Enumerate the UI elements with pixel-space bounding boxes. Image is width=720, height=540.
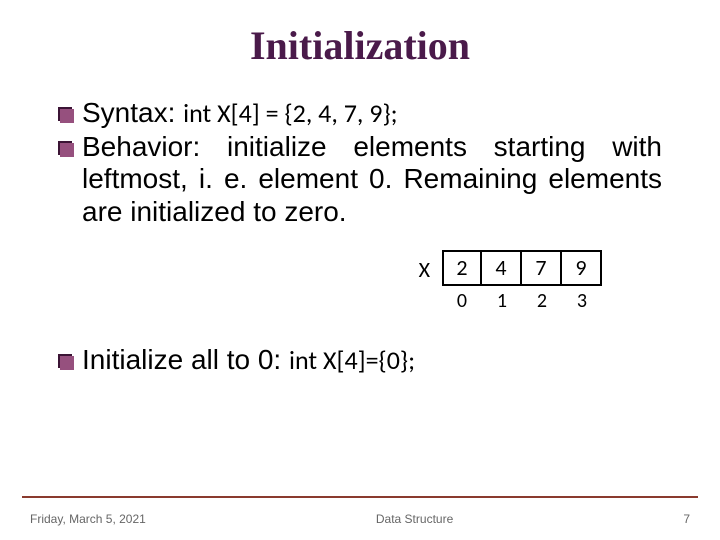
- bullet-init-zero: Initialize all to 0: int X[4]={0};: [58, 344, 662, 376]
- array-cell: 9: [562, 250, 602, 286]
- array-index: 2: [522, 286, 562, 316]
- slide-title: Initialization: [0, 0, 720, 87]
- array-var-label: X: [419, 250, 430, 283]
- bullet-syntax: Syntax: int X[4] = {2, 4, 7, 9};: [58, 97, 662, 129]
- bullet-behavior: Behavior: initialize elements starting w…: [58, 131, 662, 228]
- array-index: 0: [442, 286, 482, 316]
- footer-center: Data Structure: [146, 512, 683, 526]
- footer-date: Friday, March 5, 2021: [30, 512, 146, 526]
- array-cell: 4: [482, 250, 522, 286]
- bullet-prefix: Syntax:: [82, 97, 183, 128]
- bullet-prefix: Initialize all to 0:: [82, 344, 289, 375]
- bullet-icon: [58, 354, 72, 368]
- footer-page-number: 7: [683, 512, 690, 526]
- array-cell: 7: [522, 250, 562, 286]
- array-cell: 2: [442, 250, 482, 286]
- array-cells-row: 2 4 7 9: [442, 250, 602, 286]
- bullet-icon: [58, 107, 72, 121]
- slide: Initialization Syntax: int X[4] = {2, 4,…: [0, 0, 720, 540]
- bullet-icon: [58, 141, 72, 155]
- array-index: 1: [482, 286, 522, 316]
- code-inline: int X[4] = {2, 4, 7, 9};: [183, 97, 397, 129]
- array-indices-row: 0 1 2 3: [442, 286, 602, 316]
- array-grid: 2 4 7 9 0 1 2 3: [442, 250, 602, 316]
- array-index: 3: [562, 286, 602, 316]
- bullet-text: Behavior: initialize elements starting w…: [82, 131, 662, 228]
- footer-divider: [22, 496, 698, 498]
- code-inline: int X[4]={0};: [289, 344, 415, 376]
- bullet-text: Syntax: int X[4] = {2, 4, 7, 9};: [82, 97, 398, 129]
- slide-footer: Friday, March 5, 2021 Data Structure 7: [0, 512, 720, 526]
- slide-content: Syntax: int X[4] = {2, 4, 7, 9}; Behavio…: [0, 87, 720, 376]
- bullet-text: Initialize all to 0: int X[4]={0};: [82, 344, 415, 376]
- array-diagram: X 2 4 7 9 0 1 2 3: [58, 250, 662, 316]
